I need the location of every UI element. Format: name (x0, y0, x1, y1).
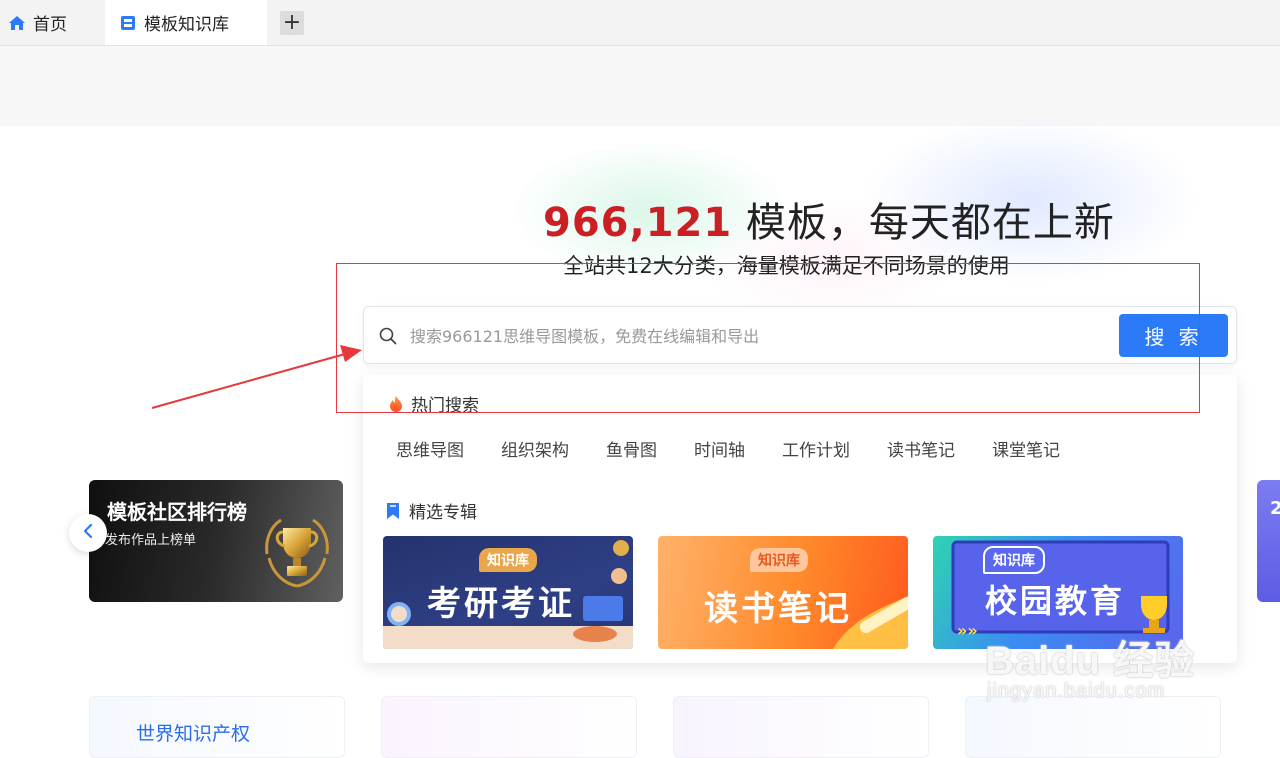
category-card[interactable] (673, 696, 929, 758)
featured-card-exam[interactable]: 知识库 考研考证 (383, 536, 633, 649)
card-badge: 知识库 (983, 546, 1045, 574)
watermark-main: Baidu 经验 (985, 639, 1196, 683)
template-count: 966,121 (543, 200, 733, 246)
bookmark-icon (385, 502, 403, 520)
hot-search-item[interactable]: 思维导图 (396, 436, 464, 461)
card-title: 校园教育 (985, 582, 1126, 620)
category-card[interactable] (965, 696, 1221, 758)
library-icon (119, 14, 137, 32)
hot-search-item[interactable]: 时间轴 (694, 436, 745, 461)
tab-bar: 首页 模板知识库 + (0, 0, 1280, 46)
fire-icon (387, 395, 405, 413)
next-banner-text: 2 (1270, 498, 1280, 519)
search-bar: 搜 索 (363, 306, 1237, 364)
featured-card-reading[interactable]: 知识库 读书笔记 (658, 536, 908, 649)
hot-search-item[interactable]: 组织架构 (501, 436, 569, 461)
hero-subtitle: 全站共12大分类，海量模板满足不同场景的使用 (563, 254, 1010, 278)
ranking-banner-title: 模板社区排行榜 (107, 500, 247, 524)
hot-search-heading: 热门搜索 (387, 391, 479, 416)
hot-search-title: 热门搜索 (411, 396, 479, 416)
hero-title: 966,121 模板，每天都在上新 (543, 190, 1115, 248)
hero-title-text: 模板，每天都在上新 (732, 200, 1115, 246)
trophy-icon (257, 514, 337, 594)
tab-home[interactable]: 首页 (8, 0, 67, 45)
hot-search-item[interactable]: 读书笔记 (887, 436, 955, 461)
search-button[interactable]: 搜 索 (1119, 314, 1228, 357)
search-suggestions-panel: 热门搜索 思维导图 组织架构 鱼骨图 时间轴 工作计划 读书笔记 课堂笔记 精选… (363, 374, 1237, 663)
card-badge: 知识库 (750, 548, 808, 572)
hot-search-item[interactable]: 工作计划 (782, 436, 850, 461)
search-icon (378, 326, 398, 346)
card-badge: 知识库 (479, 548, 537, 572)
hot-search-list: 思维导图 组织架构 鱼骨图 时间轴 工作计划 读书笔记 课堂笔记 (396, 436, 1097, 461)
home-icon (8, 14, 26, 32)
hot-search-item[interactable]: 课堂笔记 (992, 436, 1060, 461)
category-card[interactable] (381, 696, 637, 758)
tab-home-label: 首页 (33, 15, 67, 35)
category-card-title: 世界知识产权 (136, 723, 251, 745)
ranking-banner-subtitle: 发布作品上榜单 (105, 533, 197, 548)
featured-heading: 精选专辑 (385, 498, 477, 523)
chevron-left-icon (81, 523, 95, 543)
featured-title: 精选专辑 (409, 503, 477, 523)
ranking-banner[interactable]: 模板社区排行榜 发布作品上榜单 (89, 480, 343, 602)
hot-search-item[interactable]: 鱼骨图 (606, 436, 657, 461)
card-title: 考研考证 (427, 584, 575, 624)
category-card[interactable]: 世界知识产权 (89, 696, 345, 758)
watermark-url: jingyan.baidu.com (987, 680, 1166, 702)
toolbar-area (0, 46, 1280, 126)
baidu-watermark: Baidu 经验 jingyan.baidu.com (985, 628, 1196, 702)
card-title: 读书笔记 (704, 589, 852, 629)
add-tab-button[interactable]: + (280, 11, 304, 35)
tab-active-label: 模板知识库 (144, 15, 229, 35)
next-banner-peek[interactable]: 2 (1257, 480, 1280, 602)
tab-template-library[interactable]: 模板知识库 (105, 0, 267, 45)
carousel-prev-button[interactable] (69, 514, 107, 552)
svg-text:»»: »» (957, 621, 978, 640)
search-input[interactable] (408, 319, 1112, 353)
